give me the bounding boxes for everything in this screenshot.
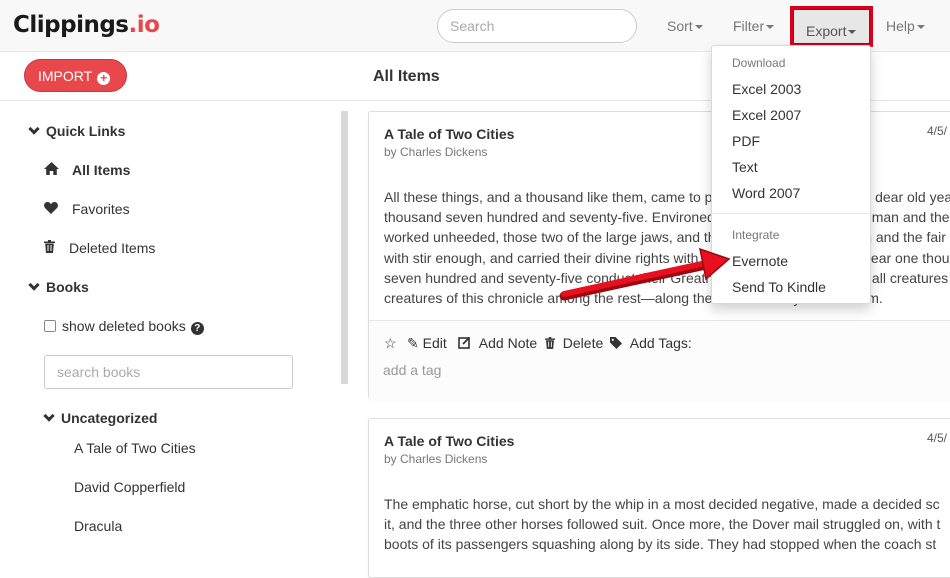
show-deleted-books-option: show deleted books? bbox=[44, 318, 204, 335]
logo-tld-text: .io bbox=[128, 12, 160, 38]
clipping-date: 4/5/ bbox=[927, 124, 948, 138]
clipping-text: The emphatic horse, cut short by the whi… bbox=[384, 494, 950, 555]
favorites-label: Favorites bbox=[72, 201, 130, 217]
clipping-title: A Tale of Two Cities bbox=[384, 433, 515, 449]
clipping-title: A Tale of Two Cities bbox=[384, 126, 515, 142]
menu-item-text[interactable]: Text bbox=[732, 159, 758, 175]
delete-button[interactable]: Delete bbox=[545, 335, 603, 351]
menu-item-pdf[interactable]: PDF bbox=[732, 133, 760, 149]
export-dropdown-menu: Download Excel 2003 Excel 2007 PDF Text … bbox=[711, 45, 871, 304]
caret-down-icon bbox=[916, 25, 925, 30]
edit-button[interactable]: ✎ Edit bbox=[407, 335, 447, 352]
home-icon bbox=[44, 162, 66, 178]
trash-icon bbox=[44, 240, 63, 256]
chevron-down-icon bbox=[28, 279, 40, 291]
add-tags-label: Add Tags: bbox=[629, 335, 692, 351]
sidebar-item-deleted-items[interactable]: Deleted Items bbox=[44, 240, 155, 256]
tag-input[interactable]: add a tag bbox=[383, 362, 441, 378]
books-label: Books bbox=[46, 279, 89, 295]
integrate-header: Integrate bbox=[732, 228, 780, 242]
app-logo[interactable]: Clippings.io bbox=[13, 12, 160, 38]
menu-item-word-2007[interactable]: Word 2007 bbox=[732, 185, 800, 201]
deleted-items-label: Deleted Items bbox=[69, 240, 156, 256]
clipping-line: boots of its passengers squashing along … bbox=[384, 536, 937, 553]
search-input[interactable] bbox=[437, 9, 637, 43]
quick-links-toggle[interactable]: Quick Links bbox=[28, 123, 126, 139]
menu-divider bbox=[713, 213, 871, 214]
menu-item-evernote[interactable]: Evernote bbox=[732, 253, 788, 269]
add-note-label: Add Note bbox=[478, 335, 538, 351]
edit-label: Edit bbox=[422, 335, 447, 351]
export-label: Export bbox=[806, 23, 847, 39]
sidebar-scrollbar[interactable] bbox=[341, 111, 348, 384]
books-toggle[interactable]: Books bbox=[28, 279, 89, 295]
book-search-input[interactable] bbox=[44, 355, 293, 389]
page-title: All Items bbox=[373, 68, 440, 85]
trash-icon bbox=[545, 335, 559, 351]
clipping-actions: ☆ ✎ Edit Add Note Delete Add Tags: add a… bbox=[369, 320, 950, 400]
filter-label: Filter bbox=[733, 18, 765, 34]
sort-label: Sort bbox=[667, 18, 693, 34]
heart-icon bbox=[44, 201, 66, 217]
clipping-date: 4/5/ bbox=[927, 431, 948, 445]
chevron-down-icon bbox=[43, 410, 55, 422]
clipping-author: by Charles Dickens bbox=[384, 452, 488, 466]
clipping-line: it, and the three other horses followed … bbox=[384, 516, 941, 533]
logo-main-text: Clippings bbox=[13, 12, 129, 38]
menu-item-excel-2003[interactable]: Excel 2003 bbox=[732, 81, 801, 97]
sidebar: Quick Links All Items Favorites Deleted … bbox=[0, 101, 350, 557]
import-button[interactable]: IMPORT + bbox=[24, 59, 127, 92]
sidebar-book-item[interactable]: David Copperfield bbox=[74, 479, 185, 495]
add-note-button[interactable]: Add Note bbox=[458, 335, 537, 351]
question-circle-icon[interactable]: ? bbox=[190, 322, 204, 335]
delete-label: Delete bbox=[562, 335, 604, 351]
help-label: Help bbox=[886, 18, 915, 34]
note-edit-icon bbox=[458, 335, 475, 351]
show-deleted-books-label: show deleted books bbox=[62, 318, 186, 334]
clipping-author: by Charles Dickens bbox=[384, 145, 488, 159]
caret-down-icon bbox=[694, 25, 703, 30]
uncategorized-label: Uncategorized bbox=[61, 410, 158, 426]
tag-icon bbox=[610, 335, 626, 351]
sidebar-item-favorites[interactable]: Favorites bbox=[44, 201, 130, 217]
add-tags-button[interactable]: Add Tags: bbox=[610, 335, 692, 351]
help-dropdown[interactable]: Help bbox=[886, 18, 925, 34]
import-label: IMPORT bbox=[38, 68, 93, 84]
chevron-down-icon bbox=[28, 123, 40, 135]
plus-circle-icon: + bbox=[97, 72, 111, 85]
uncategorized-toggle[interactable]: Uncategorized bbox=[43, 410, 158, 426]
all-items-label: All Items bbox=[72, 162, 131, 178]
download-header: Download bbox=[732, 56, 786, 70]
menu-item-excel-2007[interactable]: Excel 2007 bbox=[732, 107, 801, 123]
caret-down-icon bbox=[848, 30, 857, 35]
quick-links-label: Quick Links bbox=[46, 123, 126, 139]
sort-dropdown[interactable]: Sort bbox=[667, 18, 703, 34]
sidebar-book-item[interactable]: Dracula bbox=[74, 518, 122, 534]
star-icon[interactable]: ☆ bbox=[384, 335, 397, 352]
sidebar-book-item[interactable]: A Tale of Two Cities bbox=[74, 440, 196, 456]
sidebar-item-all-items[interactable]: All Items bbox=[44, 162, 130, 178]
caret-down-icon bbox=[766, 25, 775, 30]
pencil-icon: ✎ bbox=[407, 335, 419, 351]
export-dropdown[interactable]: Export bbox=[790, 6, 873, 47]
menu-item-send-to-kindle[interactable]: Send To Kindle bbox=[732, 279, 826, 295]
clipping-card: A Tale of Two Cities by Charles Dickens … bbox=[368, 418, 950, 578]
clipping-line: The emphatic horse, cut short by the whi… bbox=[384, 496, 940, 512]
filter-dropdown[interactable]: Filter bbox=[733, 18, 775, 34]
show-deleted-books-checkbox[interactable] bbox=[44, 320, 56, 332]
